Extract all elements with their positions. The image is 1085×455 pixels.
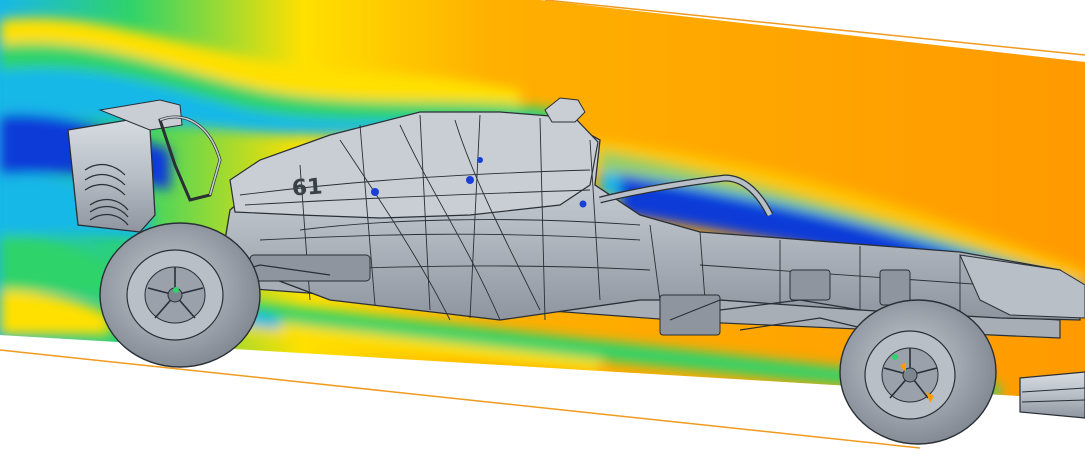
cfd-render: 61 — [0, 0, 1085, 449]
wheel-icon — [839, 299, 997, 445]
wheel-icon — [99, 222, 261, 368]
front-wing-icon — [1019, 371, 1085, 419]
cfd-visualization: 61 — [0, 0, 1085, 455]
car-number: 61 — [291, 174, 323, 201]
